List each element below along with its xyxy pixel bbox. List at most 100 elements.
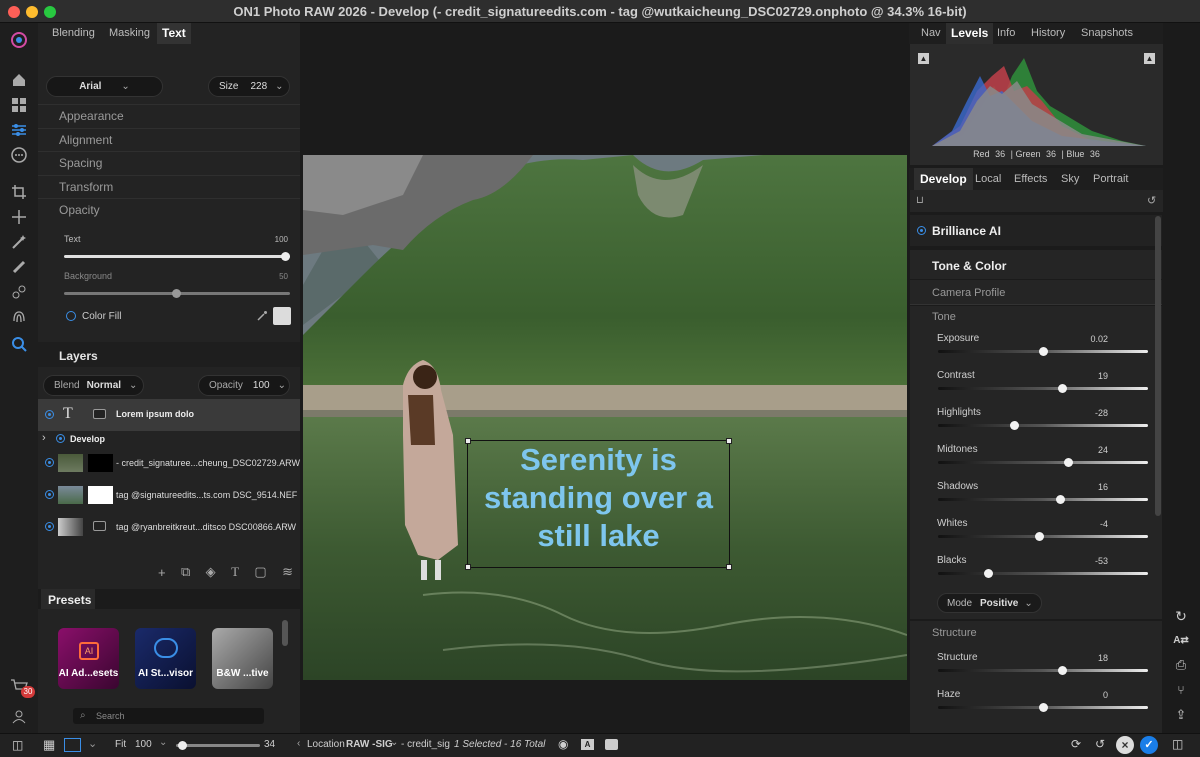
tab-portrait[interactable]: Portrait	[1093, 173, 1128, 185]
cancel-button[interactable]: ×	[1116, 736, 1134, 754]
highlights-value[interactable]: -28	[1095, 408, 1108, 418]
font-select[interactable]: Arial ⌄	[46, 76, 163, 97]
brush-icon[interactable]	[8, 256, 30, 278]
color-fill-toggle[interactable]	[66, 311, 76, 321]
blend-mode-select[interactable]: Blend Normal ⌄	[43, 375, 144, 396]
search-tool-icon[interactable]	[8, 333, 30, 355]
visibility-toggle[interactable]	[45, 490, 54, 499]
magic-wand-icon[interactable]	[8, 231, 30, 253]
tone-color-header[interactable]: Tone & Color	[910, 250, 1162, 279]
eyedropper-icon[interactable]	[256, 310, 268, 322]
layer-row[interactable]: T Lorem ipsum dolo	[38, 399, 300, 431]
resize-handle[interactable]	[726, 564, 732, 570]
tab-develop[interactable]: Develop	[914, 168, 973, 190]
photo-canvas[interactable]: Serenity is standing over a still lake	[303, 155, 907, 680]
zoom-slider[interactable]	[176, 741, 260, 750]
move-icon[interactable]	[8, 206, 30, 228]
haze-slider[interactable]	[938, 703, 1148, 712]
preset-tile[interactable]: B&W ...tive	[212, 628, 273, 689]
slider-knob[interactable]	[1034, 532, 1044, 541]
browse-grid-icon[interactable]	[8, 94, 30, 116]
share-icon[interactable]: ⑂	[1171, 680, 1191, 700]
more-icon[interactable]	[8, 144, 30, 166]
chevron-down-icon[interactable]: ⌄	[390, 737, 398, 748]
add-text-icon[interactable]: T	[231, 564, 239, 580]
crop-icon[interactable]	[8, 181, 30, 203]
tab-snapshots[interactable]: Snapshots	[1081, 27, 1133, 39]
slider-knob[interactable]	[1064, 458, 1074, 467]
preset-tile[interactable]: AI St...visor	[135, 628, 196, 689]
blacks-slider[interactable]	[938, 569, 1148, 578]
chevron-down-icon[interactable]: ⌄	[159, 737, 167, 748]
slider-knob[interactable]	[1009, 421, 1019, 430]
fit-label[interactable]: Fit	[115, 739, 126, 750]
tab-effects[interactable]: Effects	[1014, 173, 1047, 185]
haze-value[interactable]: 0	[1103, 690, 1108, 700]
tab-sky[interactable]: Sky	[1061, 173, 1079, 185]
tab-levels[interactable]: Levels	[946, 23, 994, 44]
section-alignment[interactable]: Alignment	[38, 128, 300, 151]
slider-knob[interactable]	[984, 569, 994, 578]
structure-slider[interactable]	[938, 666, 1148, 675]
tab-local[interactable]: Local	[975, 173, 1001, 185]
export-icon[interactable]: ⇪	[1171, 705, 1191, 725]
tab-text[interactable]: Text	[157, 23, 191, 44]
structure-value[interactable]: 18	[1098, 653, 1108, 663]
exposure-slider[interactable]	[938, 347, 1148, 356]
fingerprint-icon[interactable]	[8, 306, 30, 328]
preview-eye-icon[interactable]: ◉	[558, 737, 568, 751]
slider-knob[interactable]	[1039, 347, 1048, 356]
preset-tile[interactable]: AI AI Ad...esets	[58, 628, 119, 689]
location-file[interactable]: - credit_sig	[401, 739, 450, 750]
panel-toggle-right-icon[interactable]: ◫	[1172, 737, 1183, 751]
text-opacity-slider[interactable]	[64, 252, 290, 261]
slider-knob[interactable]	[1055, 495, 1065, 504]
midtones-slider[interactable]	[938, 458, 1148, 467]
color-swatch[interactable]	[273, 307, 291, 325]
brilliance-row[interactable]: Brilliance AI	[910, 215, 1162, 246]
location-value[interactable]: RAW -SIG	[346, 739, 393, 750]
slider-knob[interactable]	[172, 289, 181, 298]
section-spacing[interactable]: Spacing	[38, 151, 300, 174]
apply-button[interactable]: ✓	[1140, 736, 1158, 754]
right-panel-scrollbar[interactable]	[1155, 216, 1161, 516]
visibility-toggle[interactable]	[45, 458, 54, 467]
zoom-value[interactable]: 100	[135, 739, 152, 750]
brilliance-toggle[interactable]	[917, 226, 926, 235]
new-document-icon[interactable]: ▢	[254, 564, 266, 580]
mode-select[interactable]: Mode Positive ⌄	[937, 593, 1042, 613]
layer-row[interactable]: tag @signatureedits...ts.com DSC_9514.NE…	[38, 479, 300, 511]
presets-scrollbar[interactable]	[282, 620, 288, 646]
highlights-slider[interactable]	[938, 421, 1148, 430]
reset-icon[interactable]: ↺	[1147, 194, 1156, 207]
slider-knob[interactable]	[1057, 384, 1067, 393]
section-appearance[interactable]: Appearance	[38, 104, 300, 127]
grid-view-icon[interactable]: ▦	[43, 737, 55, 753]
tab-masking[interactable]: Masking	[109, 27, 150, 39]
layer-row[interactable]: tag @ryanbreitkreut...ditsco DSC00866.AR…	[38, 511, 300, 543]
whites-slider[interactable]	[938, 532, 1148, 541]
resize-handle[interactable]	[465, 564, 471, 570]
blacks-value[interactable]: -53	[1095, 556, 1108, 566]
duplicate-layer-icon[interactable]: ⧉	[181, 564, 190, 580]
presets-search-input[interactable]: ⌕ Search	[73, 708, 264, 724]
visibility-toggle[interactable]	[45, 522, 54, 531]
slider-knob[interactable]	[281, 252, 290, 261]
print-icon[interactable]: ⎙	[1171, 655, 1191, 675]
whites-value[interactable]: -4	[1100, 519, 1108, 529]
layer-row[interactable]: - credit_signaturee...cheung_DSC02729.AR…	[38, 448, 300, 480]
mask-view-icon[interactable]	[605, 739, 618, 750]
fill-bucket-icon[interactable]: ◈	[206, 564, 216, 580]
camera-profile-row[interactable]: Camera Profile	[910, 280, 1162, 305]
overlay-text[interactable]: Serenity is standing over a still lake	[468, 441, 729, 555]
section-transform[interactable]: Transform	[38, 175, 300, 198]
slider-knob[interactable]	[1057, 666, 1067, 675]
chevron-down-icon[interactable]: ⌄	[88, 737, 97, 750]
tab-blending[interactable]: Blending	[52, 27, 95, 39]
undo-icon[interactable]: ↺	[1095, 737, 1105, 751]
home-icon[interactable]	[8, 69, 30, 91]
shadow-clipping-icon[interactable]: ▲	[918, 53, 929, 64]
contrast-slider[interactable]	[938, 384, 1148, 393]
section-opacity[interactable]: Opacity	[38, 198, 300, 221]
export-icon[interactable]: ⊔	[916, 195, 924, 206]
